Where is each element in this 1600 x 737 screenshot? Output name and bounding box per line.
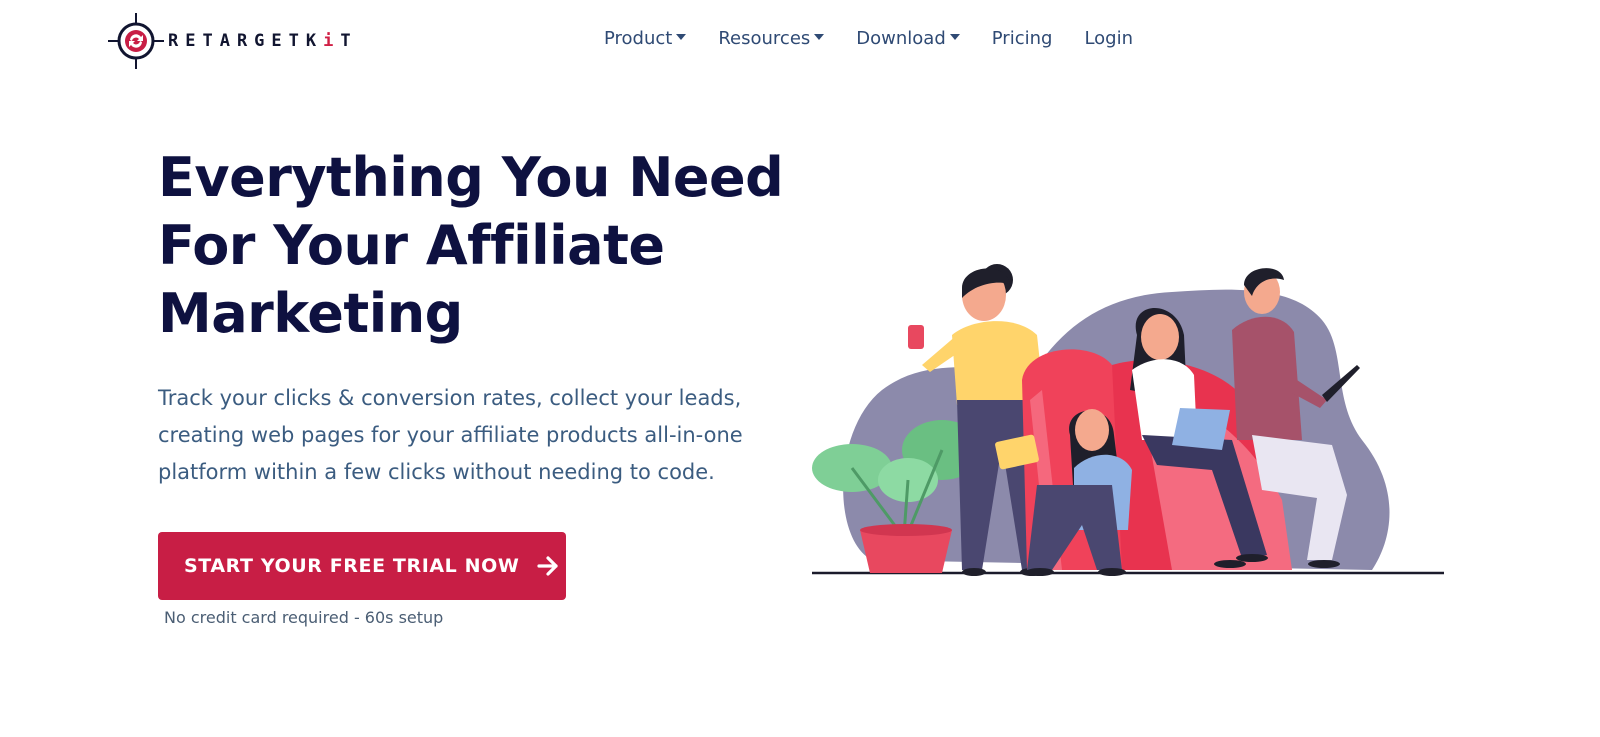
hero-subtitle-line: creating web pages for your affiliate pr… — [158, 423, 743, 447]
arrow-right-icon — [537, 556, 559, 576]
caret-down-icon — [814, 34, 825, 40]
caret-down-icon — [676, 34, 687, 40]
nav-item-label: Product — [604, 28, 673, 49]
hero-title-line: For Your Affiliate — [158, 214, 665, 277]
nav-item-label: Download — [856, 28, 946, 49]
nav-item-label: Pricing — [991, 28, 1053, 49]
logo[interactable]: RETARGETKiT — [108, 13, 358, 69]
nav-item-label: Login — [1084, 28, 1133, 49]
nav-item-pricing[interactable]: Pricing — [992, 28, 1053, 49]
hero-subtitle: Track your clicks & conversion rates, co… — [158, 380, 798, 491]
nav-item-download[interactable]: Download — [856, 28, 960, 49]
cta-note: No credit card required - 60s setup — [164, 608, 444, 627]
logo-wordmark-tail: T — [340, 31, 358, 51]
hero-title-line: Marketing — [158, 282, 463, 345]
nav-item-product[interactable]: Product — [604, 28, 687, 49]
hero-illustration — [812, 264, 1444, 576]
nav-item-label: Resources — [718, 28, 811, 49]
caret-down-icon — [949, 34, 960, 40]
cta-label: START YOUR FREE TRIAL NOW — [184, 555, 520, 577]
main-nav: Product Resources Download Pricing Login — [604, 28, 1165, 49]
hero-title: Everything You Need For Your Affiliate M… — [158, 144, 798, 348]
logo-target-icon — [108, 13, 164, 69]
start-free-trial-button[interactable]: START YOUR FREE TRIAL NOW — [158, 532, 566, 600]
hero-title-line: Everything You Need — [158, 146, 784, 209]
logo-wordmark-accent: i — [323, 31, 341, 51]
nav-item-resources[interactable]: Resources — [718, 28, 825, 49]
nav-item-login[interactable]: Login — [1084, 28, 1133, 49]
hero-subtitle-line: Track your clicks & conversion rates, co… — [158, 386, 742, 410]
logo-wordmark: RETARGETKiT — [168, 31, 358, 51]
hero-subtitle-line: platform within a few clicks without nee… — [158, 460, 715, 484]
logo-wordmark-main: RETARGETK — [168, 31, 324, 51]
